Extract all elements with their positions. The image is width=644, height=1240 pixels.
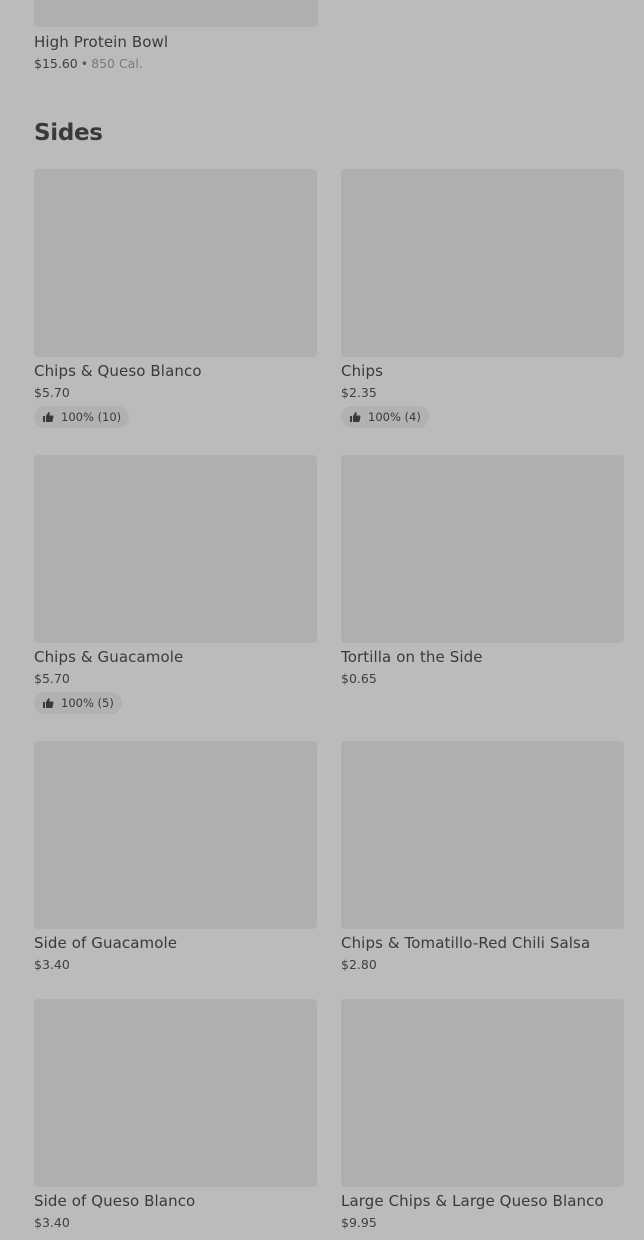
meta-separator: • [80, 56, 89, 71]
menu-item-card[interactable]: Tortilla on the Side $0.65 [341, 455, 624, 686]
item-name: Tortilla on the Side [341, 648, 483, 666]
rating-text: 100% (5) [61, 696, 114, 710]
item-price: $2.35 [341, 385, 377, 400]
section-title: Sides [34, 120, 103, 146]
item-image [341, 741, 624, 929]
item-image [34, 455, 317, 643]
item-price: $3.40 [34, 1215, 70, 1230]
item-image [341, 169, 624, 357]
item-name: Chips & Tomatillo-Red Chili Salsa [341, 934, 591, 952]
menu-item-card[interactable]: Large Chips & Large Queso Blanco $9.95 [341, 999, 624, 1230]
item-image [34, 999, 317, 1187]
item-meta: $15.60 • 850 Cal. [34, 56, 318, 71]
item-name: Chips & Queso Blanco [34, 362, 202, 380]
menu-item-card[interactable]: Side of Queso Blanco $3.40 [34, 999, 317, 1230]
item-name: Chips & Guacamole [34, 648, 184, 666]
item-image [341, 999, 624, 1187]
item-calories: 850 Cal. [91, 56, 143, 71]
item-price: $5.70 [34, 671, 70, 686]
menu-item-high-protein-bowl[interactable]: High Protein Bowl $15.60 • 850 Cal. [34, 0, 318, 71]
item-image [34, 0, 318, 27]
menu-item-card[interactable]: Chips & Tomatillo-Red Chili Salsa $2.80 [341, 741, 624, 972]
item-name: Side of Queso Blanco [34, 1192, 196, 1210]
rating-badge: 100% (4) [341, 406, 429, 428]
item-name: Side of Guacamole [34, 934, 178, 952]
item-name: High Protein Bowl [34, 33, 169, 51]
menu-item-card[interactable]: Chips & Queso Blanco $5.70 100% (10) [34, 169, 317, 428]
item-price: $0.65 [341, 671, 377, 686]
item-name: Large Chips & Large Queso Blanco [341, 1192, 604, 1210]
item-image [34, 169, 317, 357]
rating-badge: 100% (5) [34, 692, 122, 714]
thumbs-up-icon [350, 412, 361, 422]
thumbs-up-icon [43, 698, 54, 708]
rating-badge: 100% (10) [34, 406, 130, 428]
item-image [341, 455, 624, 643]
item-image [34, 741, 317, 929]
rating-text: 100% (10) [61, 410, 122, 424]
item-name: Chips [341, 362, 383, 380]
menu-item-card[interactable]: Side of Guacamole $3.40 [34, 741, 317, 972]
item-price: $9.95 [341, 1215, 377, 1230]
thumbs-up-icon [43, 412, 54, 422]
item-price: $5.70 [34, 385, 70, 400]
menu-item-card[interactable]: Chips & Guacamole $5.70 100% (5) [34, 455, 317, 714]
rating-text: 100% (4) [368, 410, 421, 424]
item-price: $15.60 [34, 56, 78, 71]
item-price: $2.80 [341, 957, 377, 972]
menu-item-card[interactable]: Chips $2.35 100% (4) [341, 169, 624, 428]
item-price: $3.40 [34, 957, 70, 972]
